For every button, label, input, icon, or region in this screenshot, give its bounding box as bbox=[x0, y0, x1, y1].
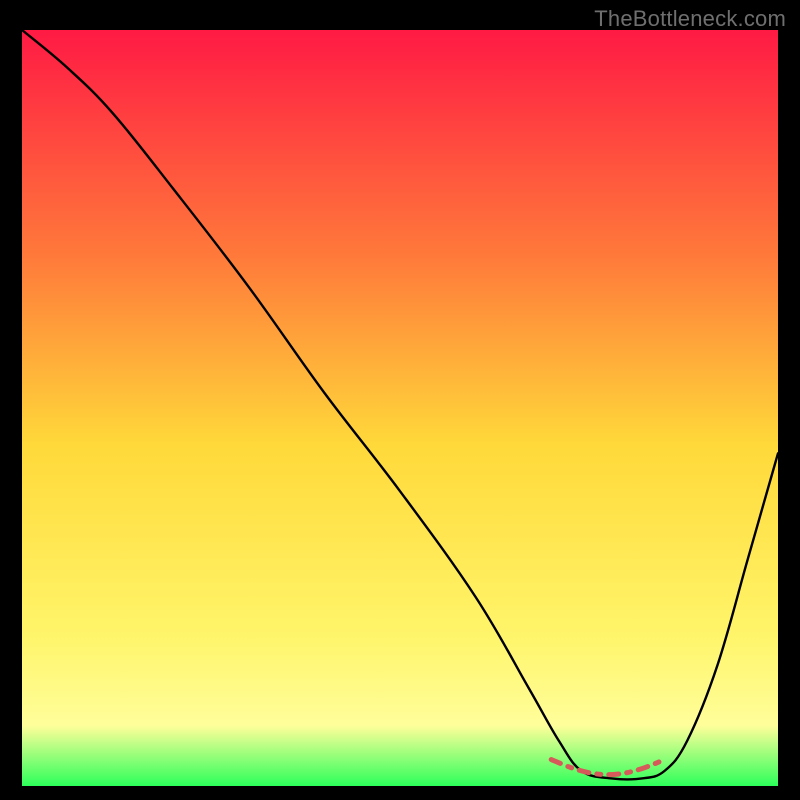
watermark-text: TheBottleneck.com bbox=[594, 6, 786, 32]
chart-svg bbox=[22, 30, 778, 786]
chart-plot bbox=[22, 30, 778, 786]
gradient-background bbox=[22, 30, 778, 786]
chart-stage: TheBottleneck.com bbox=[0, 0, 800, 800]
